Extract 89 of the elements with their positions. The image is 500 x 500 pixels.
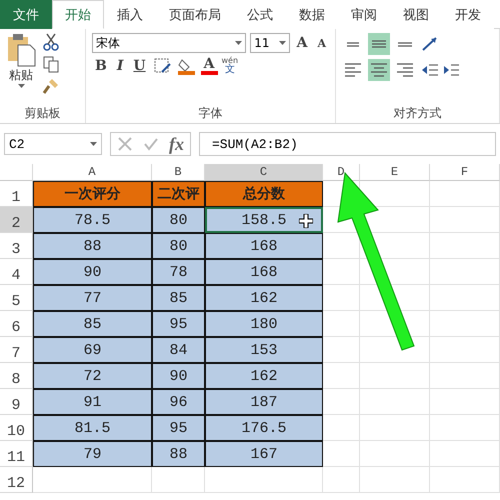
table-cell: 162 (205, 363, 323, 389)
align-top-icon (347, 42, 359, 46)
underline-button[interactable]: U (130, 58, 149, 74)
column-header[interactable]: D (323, 164, 360, 181)
header-cell: 总分数 (205, 181, 323, 207)
column-header[interactable]: F (430, 164, 500, 181)
table-cell: 88 (152, 441, 205, 467)
name-box[interactable]: C2 (4, 133, 102, 155)
table-cell: 180 (205, 311, 323, 337)
table-cell: 69 (33, 337, 152, 363)
row-header[interactable]: 8 (0, 363, 33, 389)
font-name-field[interactable]: 宋体 (92, 33, 246, 53)
align-left-icon (345, 63, 361, 77)
table-cell: 85 (33, 311, 152, 337)
table-cell: 96 (152, 389, 205, 415)
row-header[interactable]: 10 (0, 415, 33, 441)
column-header[interactable]: E (360, 164, 430, 181)
clipboard-icon (6, 33, 36, 67)
shrink-font-button[interactable]: A (314, 36, 329, 50)
align-middle-icon (372, 40, 386, 48)
border-icon (152, 57, 173, 75)
format-painter-icon (42, 77, 60, 95)
table-cell: 85 (152, 285, 205, 311)
phonetic-button[interactable]: wén 文 (222, 57, 238, 75)
formula-field[interactable]: =SUM(A2:B2) (199, 132, 496, 156)
row-header[interactable]: 11 (0, 441, 33, 467)
table-cell: 84 (152, 337, 205, 363)
table-cell: 72 (33, 363, 152, 389)
table-cell: 80 (152, 207, 205, 233)
grow-font-button[interactable]: A (294, 35, 310, 51)
table-cell: 78 (152, 259, 205, 285)
group-label: 对齐方式 (392, 105, 442, 122)
align-button[interactable] (368, 59, 390, 81)
column-header[interactable]: C (205, 164, 323, 181)
align-right-icon (397, 63, 413, 77)
scissors-icon (42, 33, 60, 51)
ribbon-tab[interactable]: 文件 (0, 0, 52, 29)
table-cell: 158.5 (205, 207, 323, 233)
header-cell: 一次评分 (33, 181, 152, 207)
row-header[interactable]: 9 (0, 389, 33, 415)
align-center-icon (371, 63, 387, 77)
table-cell: 90 (152, 363, 205, 389)
table-cell: 80 (152, 233, 205, 259)
table-cell: 153 (205, 337, 323, 363)
row-header[interactable]: 1 (0, 181, 33, 207)
row-header[interactable]: 7 (0, 337, 33, 363)
paste-button[interactable]: 粘贴 (6, 33, 36, 105)
fill-color-icon (176, 57, 197, 75)
table-cell: 79 (33, 441, 152, 467)
align-bottom-icon (398, 42, 412, 46)
column-header[interactable]: B (152, 164, 205, 181)
insert-function-button[interactable]: fx (169, 134, 184, 154)
table-cell: 167 (205, 441, 323, 467)
ribbon-tab[interactable]: 开始 (52, 0, 104, 29)
table-cell: 187 (205, 389, 323, 415)
dropdown-caret-icon (18, 84, 24, 88)
row-header[interactable]: 12 (0, 467, 33, 493)
dropdown-caret-icon (278, 41, 286, 45)
header-cell: 二次评 (152, 181, 205, 207)
column-header[interactable]: A (33, 164, 152, 181)
row-header[interactable]: 3 (0, 233, 33, 259)
bold-button[interactable]: B (92, 58, 110, 74)
table-cell: 88 (33, 233, 152, 259)
copy-icon (42, 55, 60, 73)
dropdown-caret-icon (90, 142, 97, 146)
table-cell: 176.5 (205, 415, 323, 441)
row-header[interactable]: 2 (0, 207, 33, 233)
table-cell: 95 (152, 415, 205, 441)
table-cell: 81.5 (33, 415, 152, 441)
table-cell: 78.5 (33, 207, 152, 233)
table-cell: 162 (205, 285, 323, 311)
table-cell: 95 (152, 311, 205, 337)
dropdown-caret-icon (235, 41, 242, 45)
font-color-button[interactable]: A (200, 57, 218, 75)
row-header[interactable]: 6 (0, 311, 33, 337)
align-button[interactable] (368, 33, 390, 55)
cursor-icon (299, 214, 313, 228)
group-label: 剪贴板 (24, 105, 62, 122)
check-icon[interactable] (143, 136, 159, 152)
group-label: 字体 (198, 105, 224, 122)
table-cell: 168 (205, 259, 323, 285)
table-cell: 77 (33, 285, 152, 311)
row-header[interactable]: 4 (0, 259, 33, 285)
row-header[interactable]: 5 (0, 285, 33, 311)
font-size-field[interactable]: 11 (250, 33, 290, 53)
table-cell: 91 (33, 389, 152, 415)
italic-button[interactable]: I (114, 58, 126, 74)
table-cell: 168 (205, 233, 323, 259)
table-cell: 90 (33, 259, 152, 285)
